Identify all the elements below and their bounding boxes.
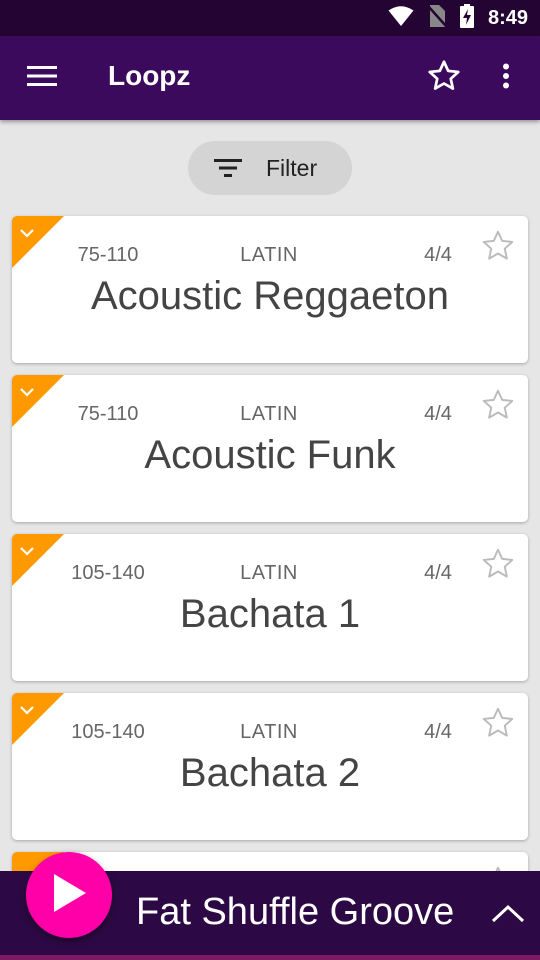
status-bar: 8:49 <box>0 0 540 36</box>
star-outline-icon <box>426 58 462 99</box>
loop-meter: 4/4 <box>424 562 452 584</box>
filter-button[interactable]: Filter <box>188 141 352 195</box>
loop-meter: 4/4 <box>424 244 452 266</box>
loop-name: Bachata 1 <box>179 592 361 636</box>
loop-name: Bachata 2 <box>179 751 361 795</box>
no-sim-icon <box>427 4 447 33</box>
favorites-button[interactable] <box>420 56 468 100</box>
filter-label: Filter <box>266 154 318 181</box>
status-time: 8:49 <box>487 6 528 29</box>
loop-genre: LATIN <box>240 562 298 584</box>
more-vert-icon <box>502 63 510 94</box>
loop-genre: LATIN <box>240 403 298 425</box>
loop-meter: 4/4 <box>424 721 452 743</box>
app-bar: Loopz <box>0 36 540 120</box>
loop-tempo: 105-140 <box>71 721 145 743</box>
favorite-star-icon[interactable] <box>480 387 516 423</box>
loop-tempo: 105-140 <box>71 562 145 584</box>
loop-name: Acoustic Funk <box>144 433 396 477</box>
loop-card[interactable]: 75-110 LATIN 4/4 Acoustic Reggaeton <box>12 216 528 363</box>
wifi-icon <box>388 5 414 32</box>
menu-button[interactable] <box>20 58 64 98</box>
app-title: Loopz <box>108 60 191 91</box>
expand-player-button[interactable] <box>484 893 532 937</box>
menu-icon <box>27 65 57 92</box>
loop-card[interactable]: 105-140 LATIN 4/4 Bachata 2 <box>12 693 528 840</box>
loop-tempo: 75-110 <box>77 403 139 425</box>
favorite-star-icon[interactable] <box>480 546 516 582</box>
battery-charging-icon <box>459 3 474 33</box>
loop-card[interactable]: 75-110 LATIN 4/4 Acoustic Funk <box>12 375 528 522</box>
play-icon <box>50 872 88 919</box>
chevron-up-icon <box>491 903 525 928</box>
favorite-star-icon[interactable] <box>480 228 516 264</box>
loop-meter: 4/4 <box>424 403 452 425</box>
loop-name: Acoustic Reggaeton <box>90 274 449 318</box>
more-options-button[interactable] <box>486 56 526 100</box>
loop-card[interactable]: 105-140 LATIN 4/4 Bachata 1 <box>12 534 528 681</box>
now-playing-title[interactable]: Fat Shuffle Groove <box>136 891 480 934</box>
play-button[interactable] <box>26 852 112 938</box>
filter-list-icon <box>214 156 242 180</box>
loop-genre: LATIN <box>240 244 298 266</box>
loop-genre: LATIN <box>240 721 298 743</box>
favorite-star-icon[interactable] <box>480 705 516 741</box>
loop-tempo: 75-110 <box>77 244 139 266</box>
player-bar-accent <box>0 955 540 960</box>
